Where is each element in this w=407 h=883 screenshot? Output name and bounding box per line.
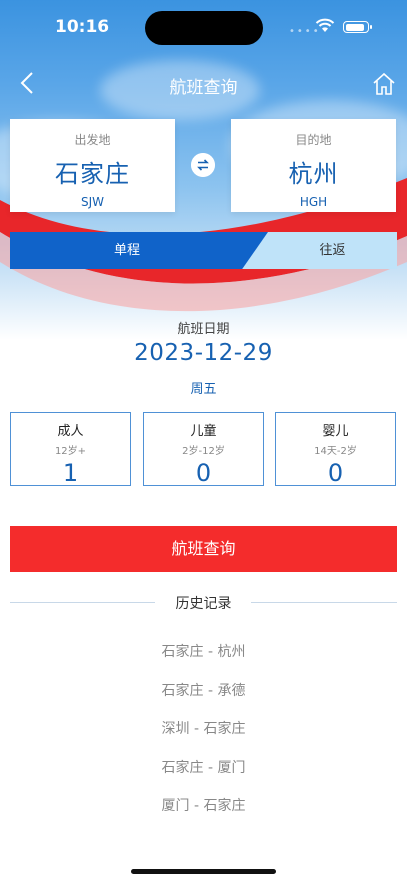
search-flights-button[interactable]: 航班查询 (10, 526, 397, 572)
history-item[interactable]: 石家庄 - 承德 (0, 680, 407, 700)
tab-round-trip[interactable]: 往返 (268, 232, 397, 269)
dynamic-island (145, 11, 263, 45)
history-item[interactable]: 深圳 - 石家庄 (0, 718, 407, 738)
tab-one-way[interactable]: 单程 (10, 232, 268, 269)
trip-type-switch: 单程 往返 (10, 232, 397, 269)
passenger-age-range: 14天-2岁 (314, 446, 357, 457)
wifi-icon (315, 18, 335, 32)
status-bar: 10:16 •••• (0, 0, 407, 56)
date-picker[interactable]: 2023-12-29 (0, 340, 407, 366)
history-item[interactable]: 厦门 - 石家庄 (0, 795, 407, 815)
passenger-type: 成人 (57, 424, 84, 439)
arrival-label: 目的地 (295, 133, 332, 147)
passenger-count: 1 (62, 459, 79, 487)
swap-arrows-icon[interactable] (191, 153, 215, 177)
weekday-label: 周五 (190, 382, 217, 397)
divider (251, 602, 397, 603)
departure-code: SJW (80, 195, 105, 209)
arrival-city-card[interactable]: 目的地 杭州 HGH (231, 119, 396, 212)
home-icon[interactable] (370, 70, 398, 98)
history-item[interactable]: 石家庄 - 杭州 (0, 641, 407, 661)
history-item[interactable]: 石家庄 - 厦门 (0, 757, 407, 777)
date-label: 航班日期 (177, 322, 230, 337)
history-title: 历史记录 (175, 596, 232, 612)
page-title: 航班查询 (169, 78, 238, 98)
arrival-code: HGH (299, 195, 328, 209)
passenger-age-range: 12岁+ (54, 446, 87, 457)
passenger-count: 0 (327, 459, 344, 487)
passenger-count: 0 (195, 459, 212, 487)
status-time: 10:16 (55, 17, 110, 37)
departure-city: 石家庄 (55, 160, 130, 188)
passenger-adult[interactable]: 成人 12岁+ 1 (10, 412, 131, 487)
passenger-type: 儿童 (190, 424, 217, 439)
departure-label: 出发地 (74, 133, 111, 147)
passenger-child[interactable]: 儿童 2岁-12岁 0 (143, 412, 264, 487)
passenger-type: 婴儿 (322, 424, 349, 439)
passenger-infant[interactable]: 婴儿 14天-2岁 0 (275, 412, 396, 487)
departure-city-card[interactable]: 出发地 石家庄 SJW (10, 119, 175, 212)
arrival-city: 杭州 (288, 160, 339, 188)
battery-icon (343, 21, 372, 33)
home-indicator (131, 869, 276, 874)
passenger-age-range: 2岁-12岁 (182, 446, 225, 457)
